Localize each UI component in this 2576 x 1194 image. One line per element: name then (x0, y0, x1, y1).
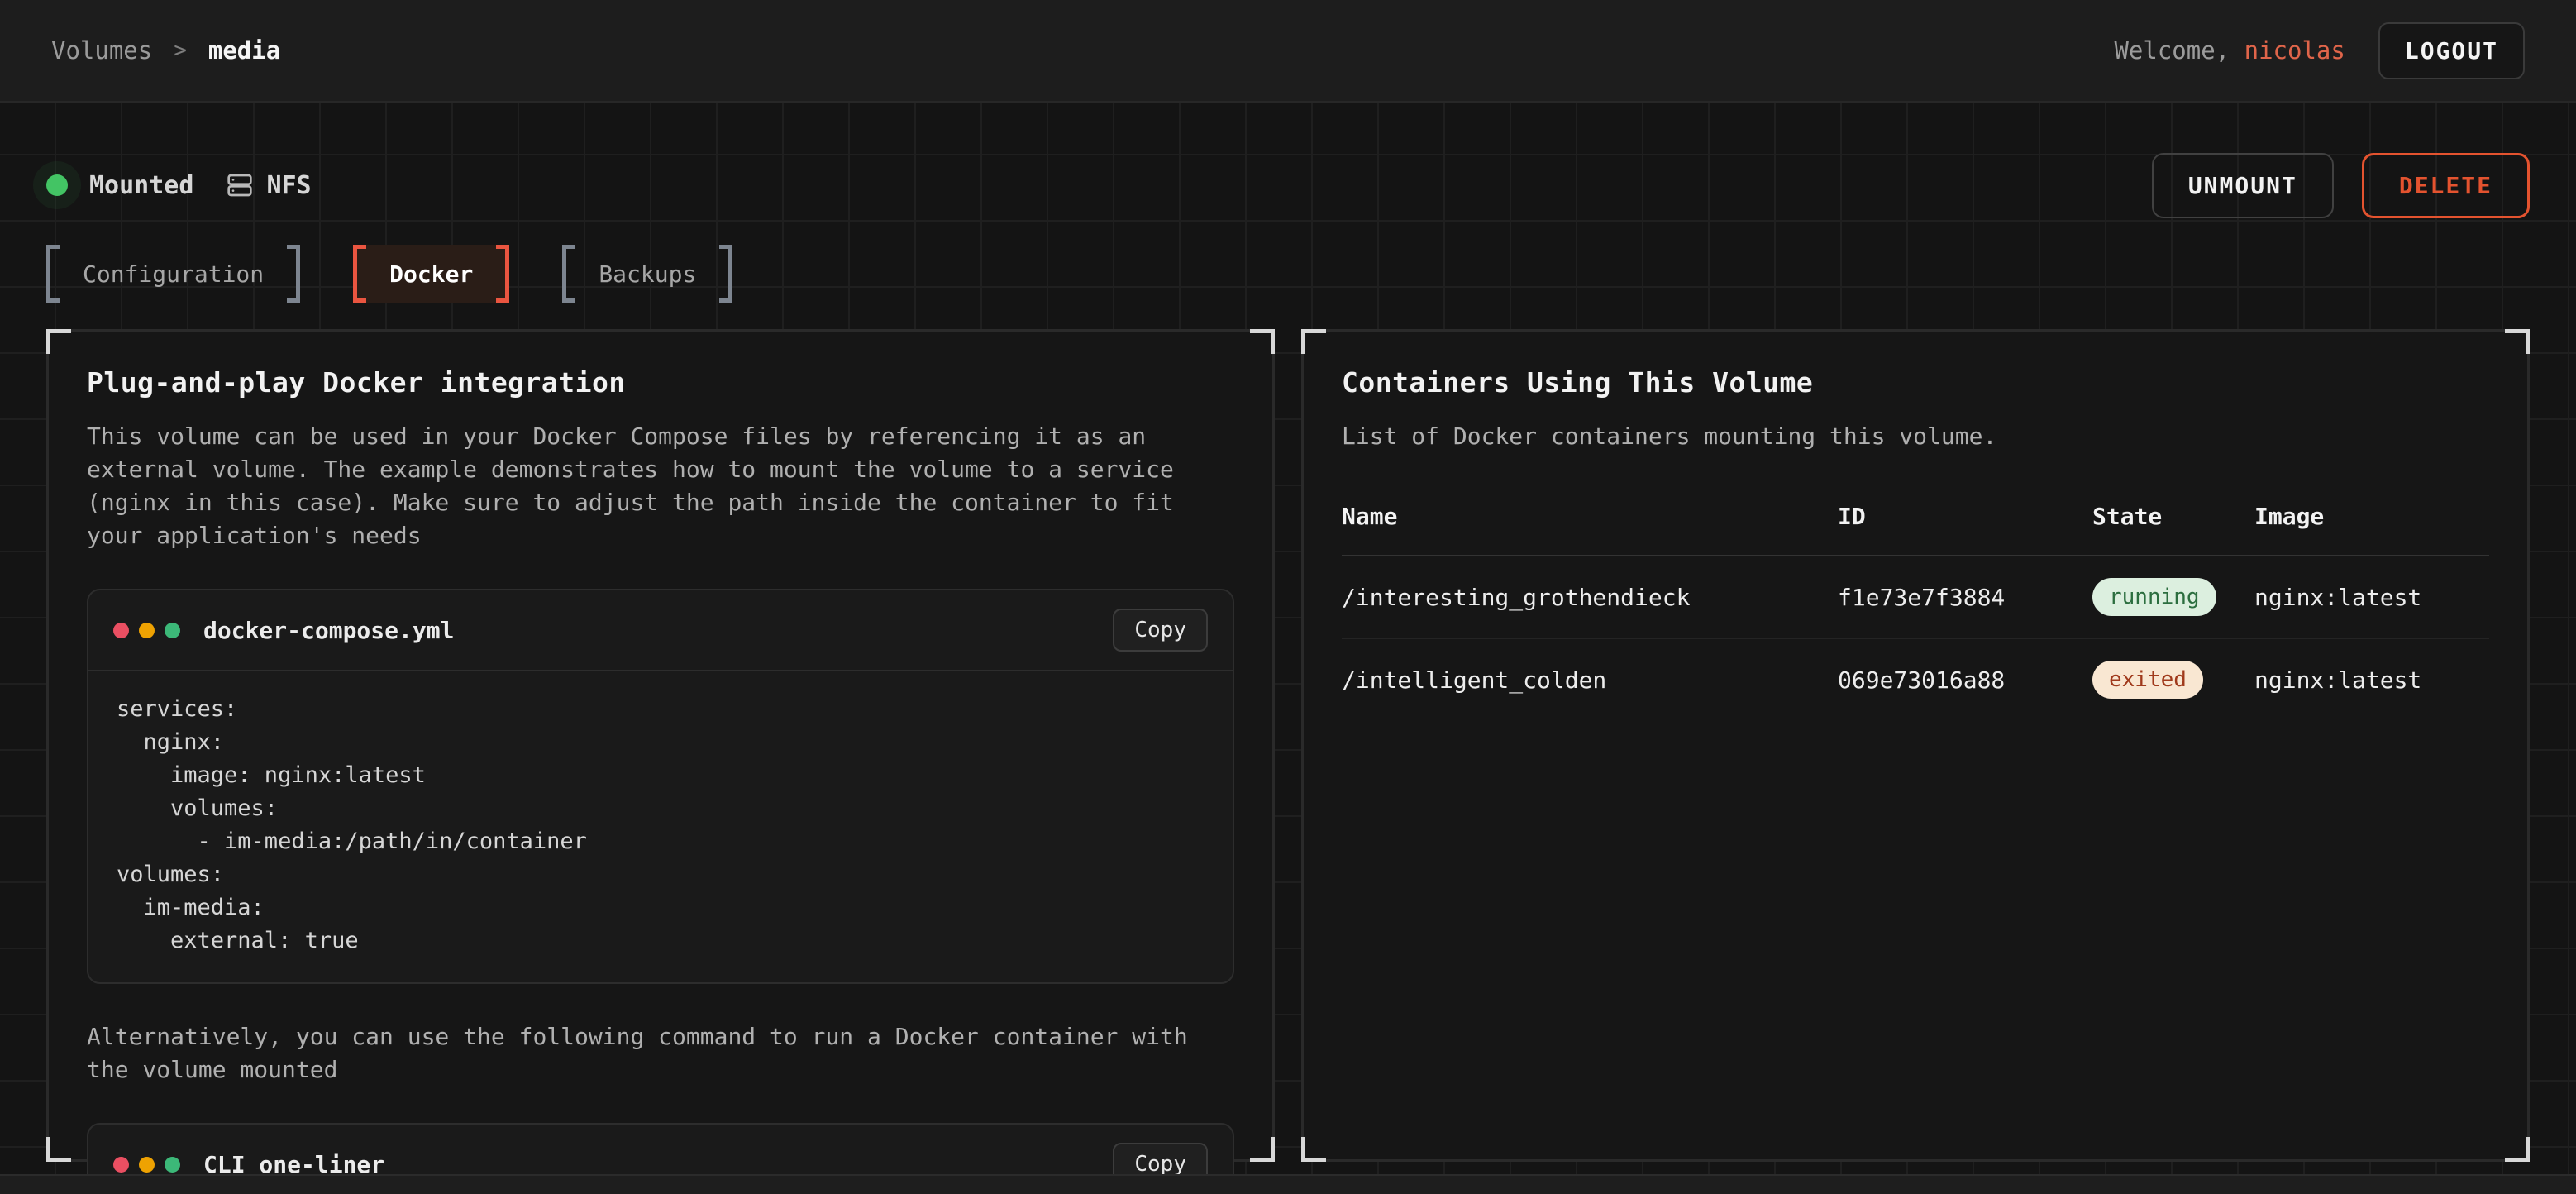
breadcrumb-current-volume: media (208, 36, 280, 64)
docker-panel-title: Plug-and-play Docker integration (87, 366, 1234, 399)
chevron-right-icon: > (174, 38, 187, 63)
volume-tabs: Configuration Docker Backups (46, 245, 2530, 303)
mounted-status-dot-icon (46, 174, 68, 196)
mounted-status-label: Mounted (89, 171, 193, 200)
breadcrumb: Volumes > media (51, 36, 280, 64)
welcome-prefix: Welcome, (2114, 36, 2230, 64)
cli-intro-text: Alternatively, you can use the following… (87, 1020, 1228, 1087)
panel-corner-icon (46, 329, 71, 354)
volume-type-label: NFS (266, 171, 311, 200)
column-header-id: ID (1838, 503, 2092, 556)
compose-filename: docker-compose.yml (203, 617, 454, 644)
welcome-text: Welcome, nicolas (2114, 36, 2345, 64)
server-stack-icon (227, 172, 253, 198)
compose-code-card: docker-compose.yml Copy services: nginx:… (87, 589, 1234, 984)
volume-toolbar: Mounted NFS UNMOUNT DELETE (46, 155, 2530, 215)
docker-integration-panel: Plug-and-play Docker integration This vo… (46, 329, 1275, 1162)
unmount-button[interactable]: UNMOUNT (2152, 153, 2334, 218)
column-header-state: State (2092, 503, 2254, 556)
container-name-cell: /interesting_grothendieck (1342, 556, 1838, 638)
volume-type-group: NFS (227, 171, 311, 200)
state-badge: exited (2092, 661, 2203, 699)
traffic-light-dots-icon (113, 1157, 180, 1173)
container-id-cell: f1e73e7f3884 (1838, 556, 2092, 638)
containers-panel-description: List of Docker containers mounting this … (1342, 420, 2483, 453)
docker-panel-description: This volume can be used in your Docker C… (87, 420, 1228, 552)
top-bar: Volumes > media Welcome, nicolas LOGOUT (0, 0, 2576, 103)
containers-table: Name ID State Image /interesting_grothen… (1342, 503, 2489, 720)
tab-configuration[interactable]: Configuration (46, 245, 300, 303)
container-state-cell: running (2092, 556, 2254, 638)
panel-corner-icon (2505, 329, 2530, 354)
containers-panel: Containers Using This Volume List of Doc… (1301, 329, 2530, 1162)
panel-corner-icon (1301, 329, 1326, 354)
breadcrumb-volumes-link[interactable]: Volumes (51, 36, 152, 64)
table-row: /interesting_grothendieckf1e73e7f3884run… (1342, 556, 2489, 638)
compose-code-header: docker-compose.yml Copy (88, 590, 1233, 671)
username: nicolas (2244, 36, 2345, 64)
green-dot-icon (165, 1157, 180, 1173)
container-image-cell: nginx:latest (2254, 638, 2489, 720)
tab-docker[interactable]: Docker (353, 245, 509, 303)
table-row: /intelligent_colden069e73016a88exited ngi… (1342, 638, 2489, 720)
compose-copy-button[interactable]: Copy (1113, 609, 1208, 652)
panels-row: Plug-and-play Docker integration This vo… (46, 329, 2530, 1162)
table-header-row: Name ID State Image (1342, 503, 2489, 556)
column-header-image: Image (2254, 503, 2489, 556)
tab-docker-label: Docker (389, 260, 473, 288)
amber-dot-icon (139, 623, 155, 638)
panel-corner-icon (2505, 1137, 2530, 1162)
logout-button[interactable]: LOGOUT (2378, 22, 2525, 79)
main-content: Mounted NFS UNMOUNT DELETE (0, 103, 2576, 1174)
panel-corner-icon (1301, 1137, 1326, 1162)
red-dot-icon (113, 623, 129, 638)
state-badge: running (2092, 578, 2216, 616)
container-state-cell: exited (2092, 638, 2254, 720)
containers-panel-title: Containers Using This Volume (1342, 366, 2489, 399)
footer-strip (0, 1174, 2576, 1194)
red-dot-icon (113, 1157, 129, 1173)
volume-detail-page: Volumes > media Welcome, nicolas LOGOUT … (0, 0, 2576, 1194)
container-name-cell: /intelligent_colden (1342, 638, 1838, 720)
amber-dot-icon (139, 1157, 155, 1173)
container-id-cell: 069e73016a88 (1838, 638, 2092, 720)
panel-corner-icon (46, 1137, 71, 1162)
tab-configuration-label: Configuration (83, 260, 264, 288)
compose-code-body: services: nginx: image: nginx:latest vol… (88, 671, 1233, 982)
tab-backups-label: Backups (599, 260, 696, 288)
panel-corner-icon (1250, 1137, 1275, 1162)
column-header-name: Name (1342, 503, 1838, 556)
top-bar-right: Welcome, nicolas LOGOUT (2114, 22, 2525, 79)
traffic-light-dots-icon (113, 623, 180, 638)
volume-actions: UNMOUNT DELETE (2152, 153, 2530, 218)
volume-status-group: Mounted NFS (46, 171, 312, 200)
tab-backups[interactable]: Backups (562, 245, 732, 303)
container-image-cell: nginx:latest (2254, 556, 2489, 638)
containers-table-body: /interesting_grothendieckf1e73e7f3884run… (1342, 556, 2489, 720)
panel-corner-icon (1250, 329, 1275, 354)
green-dot-icon (165, 623, 180, 638)
delete-button[interactable]: DELETE (2362, 153, 2530, 218)
